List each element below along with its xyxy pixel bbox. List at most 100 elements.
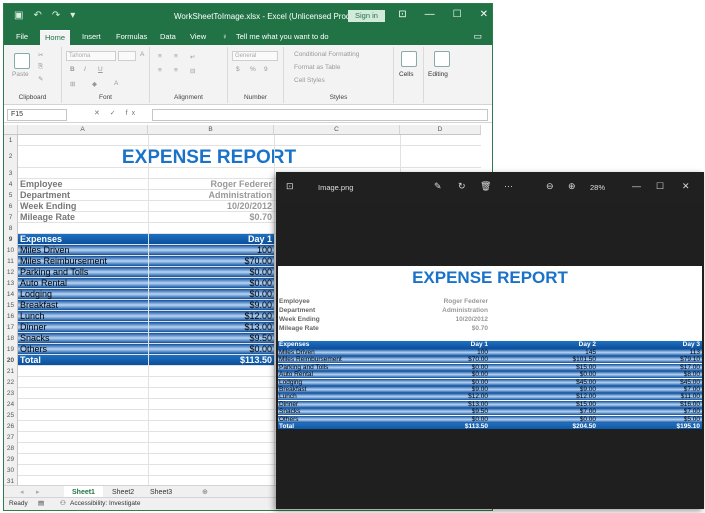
row-number[interactable]: 25: [4, 410, 18, 421]
row-number[interactable]: 6: [4, 201, 18, 212]
tab-home[interactable]: Home: [40, 30, 71, 45]
wrap-text-icon[interactable]: ↵: [190, 53, 195, 61]
row-number[interactable]: 3: [4, 168, 18, 179]
merge-icon[interactable]: ⊟: [190, 67, 195, 75]
worksheet-row[interactable]: 2 EXPENSE REPORT: [4, 146, 481, 168]
name-box[interactable]: F15: [7, 109, 67, 121]
row-number[interactable]: 26: [4, 421, 18, 432]
zoom-out-icon[interactable]: ⊖: [546, 181, 554, 192]
worksheet-row[interactable]: 16 Lunch $12.00: [4, 311, 274, 322]
row-number[interactable]: 16: [4, 311, 18, 322]
close-icon[interactable]: ✕: [480, 9, 488, 20]
row-number[interactable]: 8: [4, 223, 18, 234]
maximize-icon[interactable]: ☐: [453, 9, 462, 20]
column-header-b[interactable]: B: [148, 125, 274, 135]
comma-icon[interactable]: 9: [264, 66, 268, 73]
worksheet-row[interactable]: 17 Dinner $13.00: [4, 322, 274, 333]
tab-formulas[interactable]: Formulas: [116, 32, 147, 41]
fx-icon[interactable]: ✕ ✓ fx: [94, 109, 139, 117]
row-number[interactable]: 23: [4, 388, 18, 399]
conditional-formatting-button[interactable]: Conditional Formatting: [294, 51, 359, 58]
rotate-icon[interactable]: ↻: [458, 181, 466, 192]
row-number[interactable]: 18: [4, 333, 18, 344]
column-header-d[interactable]: D: [400, 125, 481, 135]
worksheet-row[interactable]: 14 Lodging $0.00: [4, 289, 274, 300]
worksheet-row[interactable]: 1: [4, 135, 481, 146]
close-icon[interactable]: ✕: [682, 181, 690, 192]
italic-icon[interactable]: I: [84, 66, 86, 73]
undo-icon[interactable]: ↶: [33, 10, 41, 21]
row-number[interactable]: 5: [4, 190, 18, 201]
font-grow-icon[interactable]: A: [140, 51, 144, 58]
editing-button[interactable]: Editing: [428, 71, 448, 78]
percent-icon[interactable]: %: [250, 66, 256, 73]
row-number[interactable]: 10: [4, 245, 18, 256]
row-number[interactable]: 29: [4, 454, 18, 465]
worksheet-row[interactable]: 13 Auto Rental $0.00: [4, 278, 274, 289]
customize-qat-icon[interactable]: ▾: [70, 10, 75, 21]
format-painter-icon[interactable]: ✎: [38, 75, 43, 83]
macro-record-icon[interactable]: ▤: [38, 498, 44, 510]
fill-color-icon[interactable]: ◆: [92, 80, 97, 88]
tab-insert[interactable]: Insert: [82, 32, 101, 41]
minimize-icon[interactable]: —: [632, 181, 641, 191]
comment-icon[interactable]: ▭: [473, 31, 482, 42]
row-number[interactable]: 21: [4, 366, 18, 377]
tell-me-search[interactable]: Tell me what you want to do: [236, 32, 329, 41]
search-icon[interactable]: [434, 51, 450, 67]
row-number[interactable]: 15: [4, 300, 18, 311]
minimize-icon[interactable]: —: [425, 9, 435, 20]
worksheet-row[interactable]: 15 Breakfast $9.00: [4, 300, 274, 311]
more-options-icon[interactable]: ···: [504, 181, 513, 191]
row-number[interactable]: 28: [4, 443, 18, 454]
cells-button[interactable]: Cells: [399, 71, 413, 78]
row-number[interactable]: 14: [4, 289, 18, 300]
format-as-table-button[interactable]: Format as Table: [294, 64, 340, 71]
worksheet-row[interactable]: 10 Miles Driven 100: [4, 245, 274, 256]
cells-icon[interactable]: [401, 51, 417, 67]
align-center-icon[interactable]: ≡: [174, 67, 178, 74]
align-top-icon[interactable]: ≡: [158, 53, 162, 60]
align-left-icon[interactable]: ≡: [158, 67, 162, 74]
font-size-select[interactable]: [118, 51, 136, 61]
edit-image-icon[interactable]: ✎: [434, 181, 442, 192]
worksheet-row[interactable]: 11 Miles Reimbursement $70.00: [4, 256, 274, 267]
cell-styles-button[interactable]: Cell Styles: [294, 77, 325, 84]
formula-input[interactable]: [152, 109, 488, 121]
row-number[interactable]: 17: [4, 322, 18, 333]
underline-icon[interactable]: U: [98, 66, 103, 73]
row-number[interactable]: 9: [4, 234, 18, 245]
currency-icon[interactable]: $: [236, 66, 240, 73]
redo-icon[interactable]: ↷: [52, 10, 60, 21]
autosave-icon[interactable]: ▣: [14, 10, 23, 21]
copy-icon[interactable]: ⎘: [38, 63, 43, 71]
row-number[interactable]: 30: [4, 465, 18, 476]
ribbon-display-icon[interactable]: ⊡: [398, 9, 406, 20]
row-number[interactable]: 4: [4, 179, 18, 190]
column-header-a[interactable]: A: [18, 125, 148, 135]
row-number[interactable]: 13: [4, 278, 18, 289]
align-middle-icon[interactable]: ≡: [174, 53, 178, 60]
sign-in-button[interactable]: Sign in: [348, 10, 385, 22]
font-name-select[interactable]: Tahoma: [66, 51, 116, 61]
worksheet-row[interactable]: 19 Others $0.00: [4, 344, 274, 355]
paste-icon[interactable]: [14, 53, 30, 69]
tab-data[interactable]: Data: [160, 32, 176, 41]
select-all-corner[interactable]: [4, 125, 18, 135]
row-number[interactable]: 11: [4, 256, 18, 267]
row-number[interactable]: 2: [4, 146, 18, 168]
borders-icon[interactable]: ⊞: [70, 80, 75, 88]
zoom-in-icon[interactable]: ⊕: [568, 181, 576, 192]
worksheet-row[interactable]: 20 Total $113.50: [4, 355, 274, 366]
row-number[interactable]: 7: [4, 212, 18, 223]
number-format-select[interactable]: General: [232, 51, 278, 61]
worksheet-row[interactable]: 9 Expenses Day 1: [4, 234, 274, 245]
accessibility-status[interactable]: Accessibility: Investigate: [70, 498, 140, 510]
row-number[interactable]: 20: [4, 355, 18, 366]
maximize-icon[interactable]: ☐: [656, 181, 664, 192]
bold-icon[interactable]: B: [70, 66, 75, 73]
row-number[interactable]: 1: [4, 135, 18, 146]
delete-icon[interactable]: 🗑: [480, 181, 491, 192]
row-number[interactable]: 19: [4, 344, 18, 355]
row-number[interactable]: 22: [4, 377, 18, 388]
